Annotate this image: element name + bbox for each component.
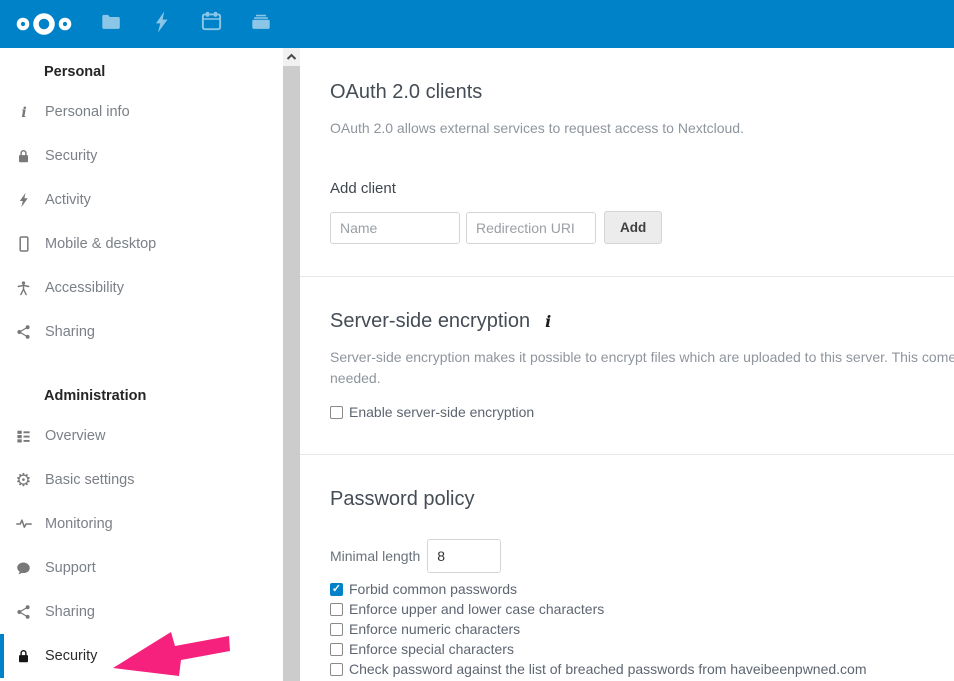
enable-encryption-label: Enable server-side encryption — [349, 404, 534, 420]
encryption-section: Server-side encryption i Server-side enc… — [300, 277, 954, 422]
add-client-form: Add — [330, 211, 954, 244]
checkbox-label: Enforce upper and lower case characters — [349, 601, 604, 617]
checkbox-label: Forbid common passwords — [349, 581, 517, 597]
lightning-icon — [15, 192, 32, 209]
sidebar-item-label: Monitoring — [45, 516, 113, 532]
sidebar-item-sharing[interactable]: Sharing — [0, 310, 283, 354]
sidebar-item-accessibility[interactable]: Accessibility — [0, 266, 283, 310]
sidebar-item-security[interactable]: Security — [0, 634, 283, 678]
sidebar-item-label: Sharing — [45, 604, 95, 620]
policy-option-enforce-upper-and-lower-case-characters[interactable]: Enforce upper and lower case characters — [330, 599, 954, 619]
scrollbar-thumb[interactable] — [283, 66, 300, 681]
app-icons-row — [99, 0, 299, 48]
app-files-button[interactable] — [99, 0, 123, 48]
password-policy-title: Password policy — [330, 455, 954, 511]
info-icon[interactable]: i — [545, 312, 551, 331]
sidebar-item-monitoring[interactable]: Monitoring — [0, 502, 283, 546]
sidebar-item-sharing[interactable]: Sharing — [0, 590, 283, 634]
sidebar-caption-administration: Administration — [0, 354, 283, 414]
client-name-input[interactable] — [330, 212, 460, 244]
calendar-icon — [200, 10, 223, 38]
sidebar-item-security[interactable]: Security — [0, 134, 283, 178]
sidebar-scrollbar[interactable] — [283, 48, 300, 681]
sidebar-item-label: Personal info — [45, 104, 130, 120]
add-client-button[interactable]: Add — [604, 211, 662, 244]
accessibility-icon — [15, 280, 32, 297]
encryption-section-title: Server-side encryption — [330, 277, 530, 333]
sidebar-item-mobile-desktop[interactable]: Mobile & desktop — [0, 222, 283, 266]
checkbox[interactable] — [330, 603, 343, 616]
sidebar-item-label: Accessibility — [45, 280, 124, 296]
checkbox-label: Enforce special characters — [349, 641, 514, 657]
sidebar-section-personal: Personal i Personal info Security Activity Mo… — [0, 48, 283, 354]
share-icon — [15, 604, 32, 621]
sidebar-caption-personal: Personal — [0, 48, 283, 90]
settings-sidebar: Personal i Personal info Security Activity Mo… — [0, 48, 283, 681]
overview-icon — [15, 428, 32, 445]
minimal-length-input[interactable] — [427, 539, 501, 573]
scrollbar-up-button[interactable] — [283, 48, 300, 66]
checkbox[interactable] — [330, 583, 343, 596]
app-calendar-button[interactable] — [199, 0, 223, 48]
sidebar-item-basic-settings[interactable]: ⚙ Basic settings — [0, 458, 283, 502]
policy-option-check-password-against-the-list-of-breac[interactable]: Check password against the list of breac… — [330, 659, 954, 679]
top-header-bar — [0, 0, 954, 48]
lock-icon — [15, 648, 32, 665]
policy-option-enforce-numeric-characters[interactable]: Enforce numeric characters — [330, 619, 954, 639]
add-client-label: Add client — [330, 180, 954, 197]
oauth-section-title: OAuth 2.0 clients — [330, 48, 954, 104]
password-policy-section: Password policy Minimal length Forbid co… — [300, 455, 954, 679]
checkbox-label: Enforce numeric characters — [349, 621, 520, 637]
lightning-icon — [152, 10, 170, 39]
sidebar-section-administration: Administration Overview ⚙ Basic settings Mon… — [0, 354, 283, 678]
lock-icon — [15, 148, 32, 165]
share-icon — [15, 324, 32, 341]
minimal-length-label: Minimal length — [330, 548, 420, 564]
sidebar-item-label: Sharing — [45, 324, 95, 340]
app-activity-button[interactable] — [149, 0, 173, 48]
oauth-section-description: OAuth 2.0 allows external services to re… — [330, 120, 954, 136]
app-deck-button[interactable] — [249, 0, 273, 48]
sidebar-item-label: Basic settings — [45, 472, 134, 488]
sidebar-item-support[interactable]: Support — [0, 546, 283, 590]
chevron-up-icon — [286, 53, 297, 61]
checkbox-label: Check password against the list of breac… — [349, 661, 867, 677]
policy-option-enforce-special-characters[interactable]: Enforce special characters — [330, 639, 954, 659]
sidebar-item-label: Mobile & desktop — [45, 236, 156, 252]
checkbox[interactable] — [330, 623, 343, 636]
encryption-description: Server-side encryption makes it possible… — [330, 347, 954, 389]
sidebar-item-label: Support — [45, 560, 96, 576]
enable-encryption-row[interactable]: Enable server-side encryption — [330, 402, 954, 422]
sidebar-item-activity[interactable]: Activity — [0, 178, 283, 222]
checkbox[interactable] — [330, 663, 343, 676]
checkbox[interactable] — [330, 643, 343, 656]
settings-main-content: OAuth 2.0 clients OAuth 2.0 allows exter… — [300, 48, 954, 679]
sidebar-item-label: Overview — [45, 428, 105, 444]
monitoring-icon — [15, 516, 32, 533]
sidebar-item-personal-info[interactable]: i Personal info — [0, 90, 283, 134]
phone-icon — [15, 236, 32, 253]
oauth-section: OAuth 2.0 clients OAuth 2.0 allows exter… — [300, 48, 954, 244]
sidebar-item-label: Security — [45, 648, 97, 664]
policy-option-forbid-common-passwords[interactable]: Forbid common passwords — [330, 579, 954, 599]
folder-icon — [100, 11, 122, 38]
nextcloud-logo[interactable] — [10, 0, 78, 48]
svg-text:i: i — [21, 105, 26, 120]
password-policy-options: Forbid common passwords Enforce upper and… — [330, 579, 954, 679]
sidebar-item-label: Activity — [45, 192, 91, 208]
enable-encryption-checkbox[interactable] — [330, 406, 343, 419]
deck-icon — [250, 11, 272, 38]
gear-icon: ⚙ — [15, 472, 32, 489]
redirection-uri-input[interactable] — [466, 212, 596, 244]
support-icon — [15, 560, 32, 577]
sidebar-item-label: Security — [45, 148, 97, 164]
info-icon: i — [15, 104, 32, 121]
sidebar-item-overview[interactable]: Overview — [0, 414, 283, 458]
minimal-length-row: Minimal length — [330, 539, 954, 573]
